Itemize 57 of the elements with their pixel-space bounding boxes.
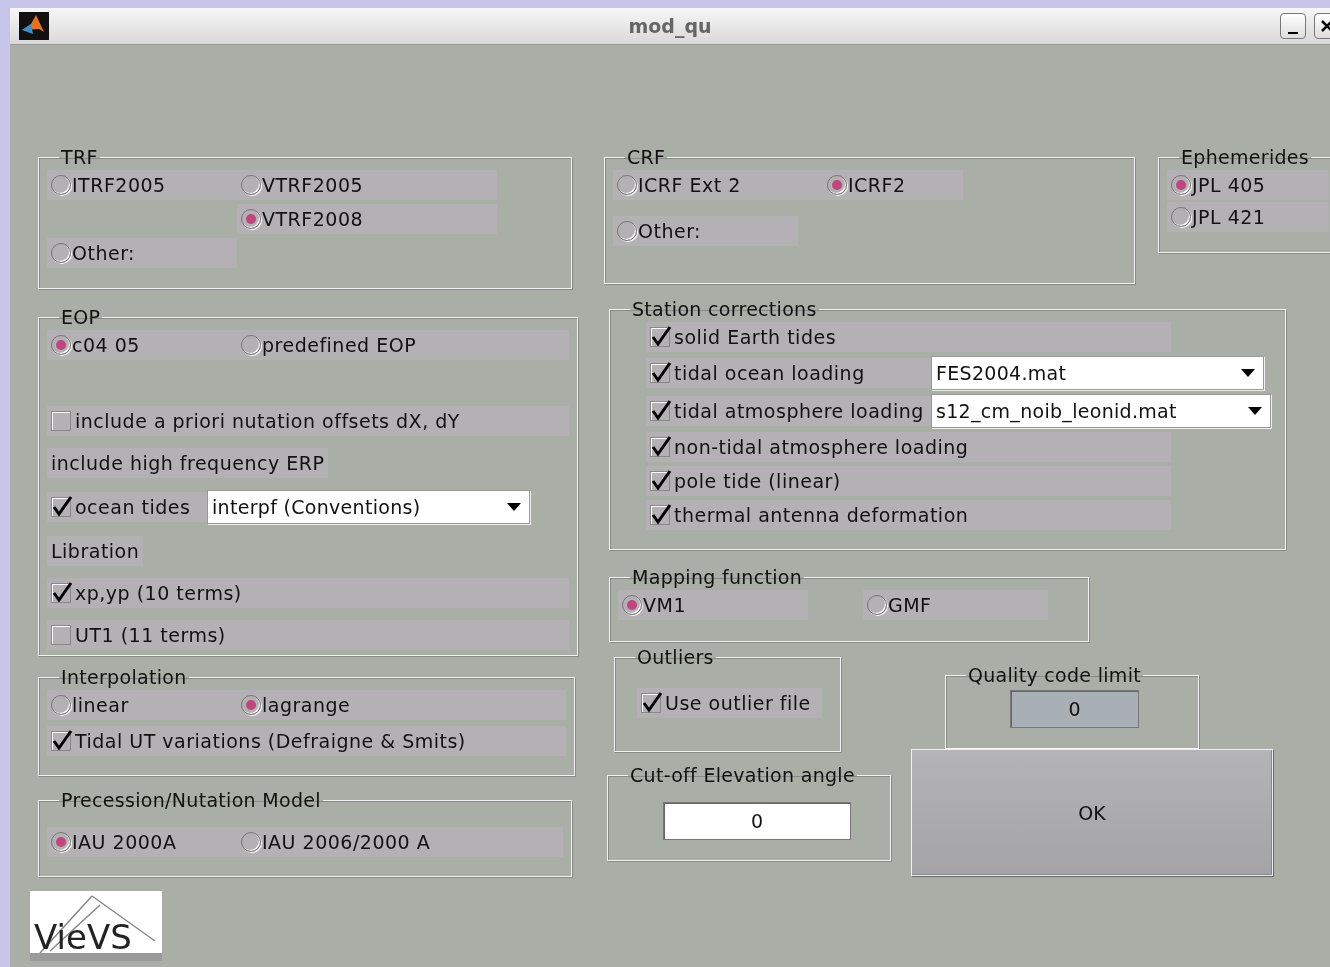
panel-title: EOP (60, 306, 102, 328)
radio-option[interactable]: VTRF2005 (237, 170, 497, 200)
panel-title: Station corrections (631, 298, 818, 320)
panel-title: Quality code limit (967, 664, 1142, 686)
radio-option[interactable]: JPL 421 (1167, 202, 1329, 232)
radio-option[interactable]: ICRF2 (823, 170, 963, 200)
checkbox-option[interactable]: solid Earth tides (646, 322, 1171, 352)
radio-option[interactable]: linear (47, 690, 237, 720)
checkbox-option[interactable]: tidal atmosphere loading (646, 396, 931, 426)
dropdown[interactable]: FES2004.mat (931, 356, 1264, 390)
caret-icon (1248, 407, 1262, 415)
input-field[interactable]: 0 (663, 802, 851, 840)
section-label: Libration (47, 536, 144, 566)
panel-title: Precession/Nutation Model (60, 789, 322, 811)
dropdown[interactable]: interpf (Conventions) (207, 490, 530, 524)
checkbox-option[interactable]: thermal antenna deformation (646, 500, 1171, 530)
radio-option[interactable]: Other: (47, 238, 237, 268)
panel-title: Interpolation (60, 666, 188, 688)
checkbox-option[interactable]: Tidal UT variations (Defraigne & Smits) (47, 726, 566, 756)
radio-option[interactable]: VTRF2008 (237, 204, 497, 234)
radio-option[interactable]: Other: (613, 216, 798, 246)
radio-option[interactable]: predefined EOP (237, 330, 569, 360)
logo: VieVS (30, 891, 162, 961)
panel-title: Outliers (636, 646, 715, 668)
panel-title: Ephemerides (1180, 146, 1311, 168)
checkbox-option[interactable]: non-tidal atmosphere loading (646, 432, 1171, 462)
window-title: mod_qu (628, 15, 712, 37)
radio-option[interactable]: c04 05 (47, 330, 237, 360)
panel-title: CRF (626, 146, 667, 168)
radio-option[interactable]: VM1 (618, 590, 808, 620)
checkbox-option[interactable]: UT1 (11 terms) (47, 620, 569, 650)
section-label: include high frequency ERP (47, 448, 329, 478)
ok-button[interactable]: OK (911, 749, 1273, 876)
radio-option[interactable]: IAU 2000A (47, 827, 237, 857)
app-logo-icon (19, 12, 49, 40)
radio-option[interactable]: lagrange (237, 690, 566, 720)
panel-title: TRF (60, 146, 99, 168)
radio-option[interactable]: JPL 405 (1167, 170, 1329, 200)
close-icon (1320, 19, 1330, 33)
minimize-icon (1288, 32, 1298, 34)
checkbox-option[interactable]: ocean tides (47, 492, 207, 522)
radio-option[interactable]: GMF (863, 590, 1048, 620)
checkbox-option[interactable]: xp,yp (10 terms) (47, 578, 569, 608)
checkbox-option[interactable]: include a priori nutation offsets dX, dY (47, 406, 569, 436)
caret-icon (1241, 369, 1255, 377)
checkbox-option[interactable]: Use outlier file (637, 688, 822, 718)
radio-option[interactable]: IAU 2006/2000 A (237, 827, 563, 857)
panel-title: Cut-off Elevation angle (629, 764, 856, 786)
dropdown[interactable]: s12_cm_noib_leonid.mat (931, 394, 1271, 428)
caret-icon (507, 503, 521, 511)
radio-option[interactable]: ICRF Ext 2 (613, 170, 823, 200)
panel-title: Mapping function (631, 566, 803, 588)
input-field[interactable]: 0 (1010, 690, 1139, 728)
checkbox-option[interactable]: pole tide (linear) (646, 466, 1171, 496)
radio-option[interactable]: ITRF2005 (47, 170, 237, 200)
checkbox-option[interactable]: tidal ocean loading (646, 358, 931, 388)
minimize-button[interactable] (1280, 13, 1306, 39)
